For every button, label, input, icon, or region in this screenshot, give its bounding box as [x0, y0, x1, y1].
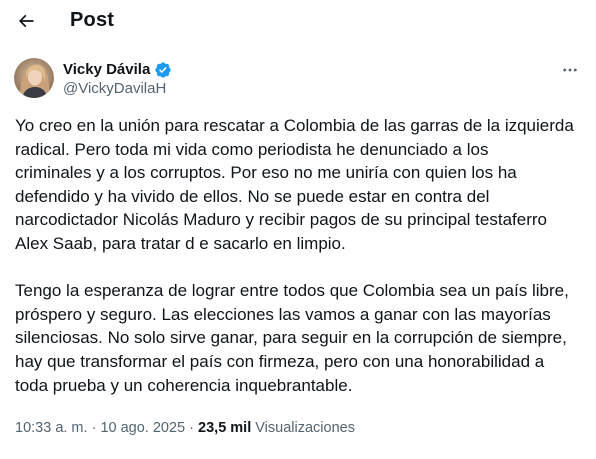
arrow-left-icon: [18, 14, 34, 28]
verified-badge-icon: [155, 62, 171, 78]
more-options-button[interactable]: [558, 60, 582, 80]
post-paragraph: Yo creo en la unión para rescatar a Colo…: [15, 116, 574, 253]
page-title: Post: [70, 9, 115, 31]
post-date[interactable]: 10 ago. 2025: [100, 420, 185, 436]
more-horizontal-icon: [563, 68, 577, 72]
avatar[interactable]: [14, 58, 54, 98]
post-time[interactable]: 10:33 a. m.: [15, 420, 88, 436]
back-button[interactable]: [10, 6, 42, 36]
views-label: Visualizaciones: [255, 420, 355, 436]
author-name-row: Vicky Dávila: [63, 61, 172, 79]
post-paragraph: Tengo la esperanza de lograr entre todos…: [15, 281, 569, 395]
meta-separator: ·: [189, 420, 194, 436]
meta-separator: ·: [91, 420, 97, 436]
author-display-name[interactable]: Vicky Dávila: [63, 61, 150, 79]
page-header: Post: [0, 0, 596, 42]
views-count[interactable]: 23,5 mil: [198, 420, 251, 436]
author-handle[interactable]: @VickyDavilaH: [63, 80, 166, 98]
post-metadata: 10:33 a. m. · 10 ago. 2025 · 23,5 mil Vi…: [15, 419, 355, 437]
post-text: Yo creo en la unión para rescatar a Colo…: [15, 114, 589, 397]
